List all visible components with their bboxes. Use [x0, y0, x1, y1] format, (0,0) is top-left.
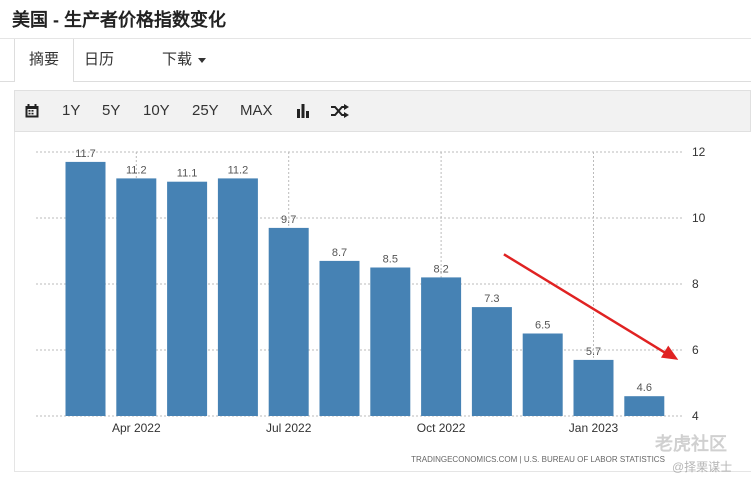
bar-chart: 11.7 11.2 11.1 11.2 9.7 8.7 8.5 8.2 7.3 6.5 5.7 4.6…: [36, 145, 706, 464]
bar-data-label: 8.5: [383, 254, 398, 266]
chart-source: TRADINGECONOMICS.COM | U.S. BUREAU OF LA…: [411, 455, 665, 464]
tab-summary-label: 摘要: [29, 51, 60, 68]
bar: [65, 161, 106, 416]
range-1y-button[interactable]: 1Y: [62, 91, 80, 131]
bar-data-label: 6.5: [535, 320, 550, 332]
bar: [319, 260, 360, 416]
bar: [471, 307, 512, 416]
bar-data-label: 7.3: [484, 293, 499, 305]
page-title: 美国 - 生产者价格指数变化: [12, 10, 226, 30]
bar-data-label: 4.6: [637, 382, 652, 394]
shuffle-icon: [331, 104, 349, 119]
bar-data-label: 11.2: [126, 164, 147, 176]
y-tick-label: 12: [692, 145, 706, 159]
y-tick-label: 10: [692, 211, 706, 225]
watermark-author: @择栗谋士: [672, 460, 733, 474]
watermark-logo: 老虎社区: [655, 434, 727, 454]
range-5y-button[interactable]: 5Y: [102, 91, 120, 131]
tab-download-label: 下载: [162, 51, 193, 68]
bar-data-label: 9.7: [281, 214, 296, 226]
y-tick-label: 4: [692, 409, 699, 423]
bar: [268, 227, 309, 416]
bar: [167, 181, 208, 416]
chart-toolbar: 1Y 5Y 10Y 25Y MAX: [14, 90, 751, 132]
bar-data-label: 11.2: [228, 164, 249, 176]
bar-chart-icon: [297, 104, 309, 119]
x-tick-label: Oct 2022: [417, 421, 466, 435]
calendar-icon: [25, 104, 39, 118]
shuffle-button[interactable]: [331, 91, 349, 131]
range-max-button[interactable]: MAX: [240, 91, 273, 131]
range-25y-button[interactable]: 25Y: [192, 91, 219, 131]
bar-data-label: 8.7: [332, 247, 347, 259]
bar: [217, 178, 258, 416]
bar: [116, 178, 157, 416]
bar-data-label: 11.1: [177, 168, 198, 180]
bar: [421, 277, 462, 416]
x-tick-label: Apr 2022: [112, 421, 161, 435]
y-tick-label: 6: [692, 343, 699, 357]
x-tick-label: Jul 2022: [266, 421, 312, 435]
bar: [624, 396, 665, 416]
tab-calendar-label: 日历: [84, 51, 115, 68]
bar-data-label: 8.2: [433, 263, 448, 275]
x-tick-label: Jan 2023: [569, 421, 619, 435]
bar-chart-button[interactable]: [296, 91, 310, 131]
caret-down-icon: [198, 57, 207, 63]
bar: [522, 333, 563, 416]
calendar-button[interactable]: [25, 91, 39, 131]
tab-bar: 摘要 日历 下载: [0, 38, 751, 82]
bar: [573, 359, 614, 416]
bar-data-label: 11.7: [75, 148, 96, 160]
tab-download[interactable]: 下载: [162, 39, 207, 81]
tab-summary[interactable]: 摘要: [14, 39, 75, 82]
bar-data-label: 5.7: [586, 346, 601, 358]
range-10y-button[interactable]: 10Y: [143, 91, 170, 131]
bar: [370, 267, 411, 416]
y-tick-label: 8: [692, 277, 699, 291]
tab-calendar[interactable]: 日历: [84, 39, 114, 81]
